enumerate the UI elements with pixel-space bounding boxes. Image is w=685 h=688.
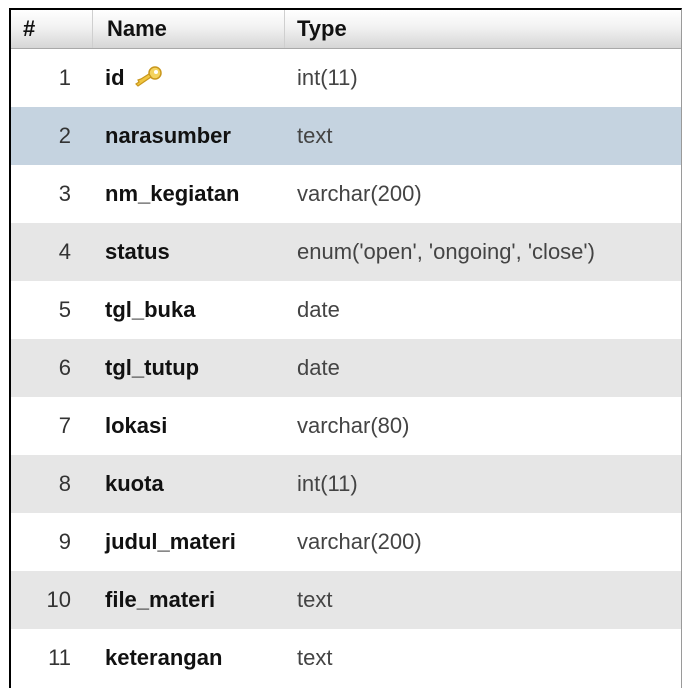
table-row[interactable]: 2 narasumber text [11, 107, 681, 165]
column-name[interactable]: tgl_tutup [105, 339, 199, 397]
column-header-number[interactable]: # [11, 10, 93, 48]
table-row[interactable]: 5 tgl_buka date [11, 281, 681, 339]
table-structure: # Name Type 1 id int(11) 2 narasumber te… [9, 8, 682, 688]
column-name[interactable]: lokasi [105, 397, 167, 455]
table-row[interactable]: 9 judul_materi varchar(200) [11, 513, 681, 571]
table-row[interactable]: 8 kuota int(11) [11, 455, 681, 513]
column-name[interactable]: kuota [105, 455, 164, 513]
row-number: 4 [58, 239, 71, 264]
column-type: varchar(80) [297, 413, 410, 438]
column-type: date [297, 355, 340, 380]
row-number: 11 [48, 645, 71, 670]
column-type: date [297, 297, 340, 322]
row-number: 5 [58, 297, 71, 322]
row-number: 3 [58, 181, 71, 206]
table-row[interactable]: 11 keterangan text [11, 629, 681, 687]
column-name[interactable]: status [105, 223, 170, 281]
column-name[interactable]: keterangan [105, 629, 222, 687]
column-header-type[interactable]: Type [285, 10, 681, 48]
table-row[interactable]: 1 id int(11) [11, 49, 681, 107]
column-name[interactable]: judul_materi [105, 513, 236, 571]
column-type: text [297, 587, 333, 612]
table-row[interactable]: 6 tgl_tutup date [11, 339, 681, 397]
column-name[interactable]: tgl_buka [105, 281, 195, 339]
column-type: text [297, 123, 333, 148]
row-number: 6 [58, 355, 71, 380]
row-number: 10 [46, 587, 71, 612]
column-type: text [297, 645, 333, 670]
row-number: 9 [58, 529, 71, 554]
column-name: id [105, 65, 125, 90]
table-row[interactable]: 10 file_materi text [11, 571, 681, 629]
table-row[interactable]: 7 lokasi varchar(80) [11, 397, 681, 455]
row-number: 8 [58, 471, 71, 496]
column-type: int(11) [297, 65, 358, 90]
column-type: varchar(200) [297, 181, 422, 206]
column-name[interactable]: file_materi [105, 571, 215, 629]
column-type: int(11) [297, 471, 358, 496]
column-type: varchar(200) [297, 529, 422, 554]
column-header-name[interactable]: Name [93, 10, 285, 48]
row-number: 1 [58, 65, 71, 90]
table-row[interactable]: 3 nm_kegiatan varchar(200) [11, 165, 681, 223]
key-icon [134, 66, 162, 87]
column-name[interactable]: narasumber [105, 107, 231, 165]
table-header: # Name Type [11, 10, 681, 49]
row-number: 2 [58, 123, 71, 148]
column-type: enum('open', 'ongoing', 'close') [297, 239, 595, 264]
table-row[interactable]: 4 status enum('open', 'ongoing', 'close'… [11, 223, 681, 281]
row-number: 7 [58, 413, 71, 438]
column-name-cell[interactable]: id [105, 49, 163, 107]
column-name[interactable]: nm_kegiatan [105, 165, 240, 223]
